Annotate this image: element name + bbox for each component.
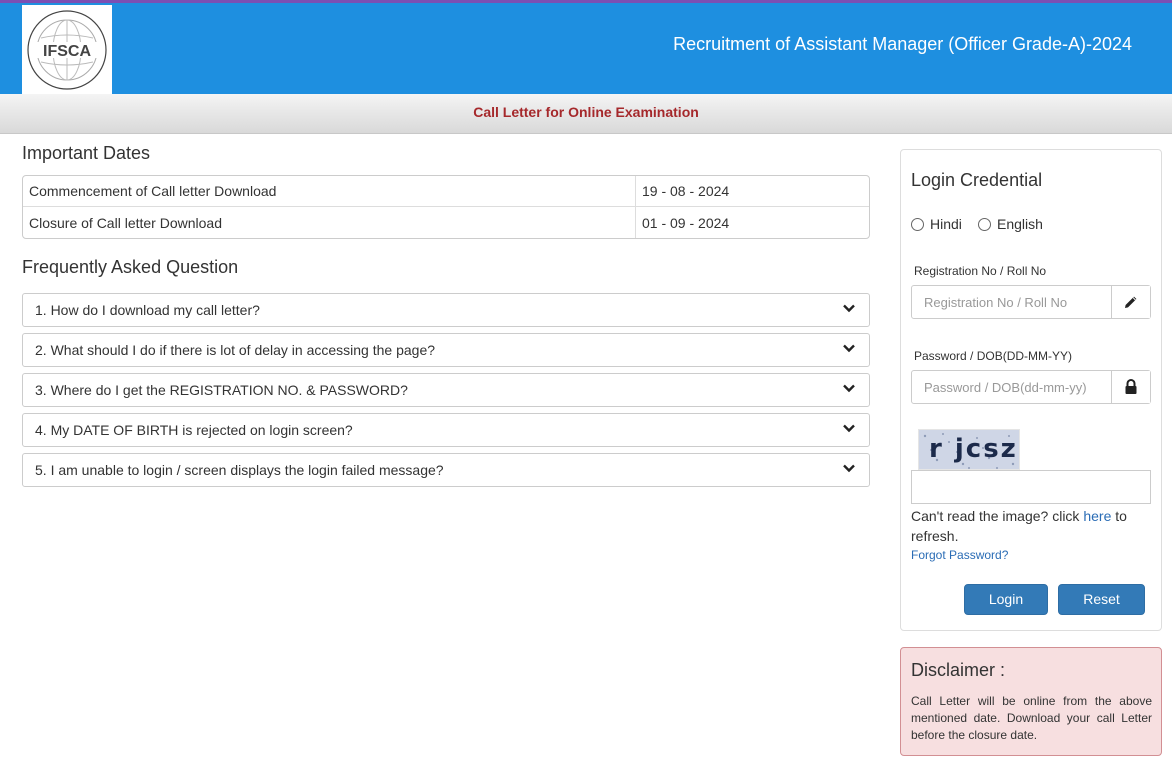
captcha-input[interactable] <box>911 470 1151 504</box>
lock-icon <box>1111 371 1150 403</box>
pencil-icon <box>1111 286 1150 318</box>
faq-item-5[interactable]: 5. I am unable to login / screen display… <box>22 453 870 487</box>
chevron-down-icon <box>843 464 855 473</box>
radio-label: Hindi <box>930 216 962 232</box>
recruitment-title: Recruitment of Assistant Manager (Office… <box>673 34 1132 54</box>
forgot-password-link[interactable]: Forgot Password? <box>911 548 1008 562</box>
radio-circle[interactable] <box>978 217 991 231</box>
faq-question: 2. What should I do if there is lot of d… <box>35 342 436 358</box>
faq-question: 1. How do I download my call letter? <box>35 302 260 318</box>
faq-item-1[interactable]: 1. How do I download my call letter? <box>22 293 870 327</box>
language-radio-english[interactable]: English <box>978 216 1043 232</box>
sub-header-bar: Call Letter for Online Examination <box>0 94 1172 134</box>
chevron-down-icon <box>843 304 855 313</box>
radio-circle[interactable] <box>911 217 924 231</box>
chevron-down-icon <box>843 424 855 433</box>
radio-label: English <box>997 216 1043 232</box>
faq-item-4[interactable]: 4. My DATE OF BIRTH is rejected on login… <box>22 413 870 447</box>
captcha-text: r jcsz <box>929 434 1018 464</box>
registration-label: Registration No / Roll No <box>914 264 1047 278</box>
chevron-down-icon <box>843 344 855 353</box>
disclaimer-text: Call Letter will be online from the abov… <box>911 694 1152 742</box>
important-dates-table: Commencement of Call letter Download 19 … <box>22 175 870 239</box>
ifsca-logo: IFSCA <box>22 5 112 95</box>
chevron-down-icon <box>843 384 855 393</box>
captcha-refresh-text: Can't read the image? click here to refr… <box>911 506 1156 546</box>
page-header: IFSCA Recruitment of Assistant Manager (… <box>0 0 1172 95</box>
reset-button[interactable]: Reset <box>1058 584 1145 615</box>
faq-question: 5. I am unable to login / screen display… <box>35 462 444 478</box>
faq-item-2[interactable]: 2. What should I do if there is lot of d… <box>22 333 870 367</box>
page-subtitle: Call Letter for Online Examination <box>473 104 699 120</box>
login-button[interactable]: Login <box>964 584 1048 615</box>
login-panel: Login Credential Hindi English Registrat… <box>900 149 1162 631</box>
refresh-text-before: Can't read the image? click <box>911 508 1084 524</box>
disclaimer-box: Disclaimer : Call Letter will be online … <box>900 647 1162 756</box>
disclaimer-title: Disclaimer : <box>911 660 1006 680</box>
password-label: Password / DOB(DD-MM-YY) <box>914 349 1073 363</box>
captcha-refresh-link[interactable]: here <box>1083 508 1111 524</box>
date-value: 19 - 08 - 2024 <box>635 176 869 207</box>
date-label: Closure of Call letter Download <box>29 214 222 231</box>
language-radio-hindi[interactable]: Hindi <box>911 216 962 232</box>
table-row: Commencement of Call letter Download 19 … <box>23 176 869 207</box>
date-value: 01 - 09 - 2024 <box>635 207 869 238</box>
date-label: Commencement of Call letter Download <box>23 176 635 207</box>
registration-input-group <box>911 285 1151 319</box>
login-title: Login Credential <box>911 170 1043 190</box>
registration-input[interactable] <box>912 286 1111 318</box>
password-input[interactable] <box>912 371 1111 403</box>
faq-question: 3. Where do I get the REGISTRATION NO. &… <box>35 382 408 398</box>
password-input-group <box>911 370 1151 404</box>
important-dates-heading: Important Dates <box>22 143 151 163</box>
logo-text: IFSCA <box>43 43 91 60</box>
captcha-image: r jcsz <box>918 429 1020 470</box>
globe-logo-icon: IFSCA <box>27 10 107 90</box>
faq-question: 4. My DATE OF BIRTH is rejected on login… <box>35 422 353 438</box>
faq-heading: Frequently Asked Question <box>22 257 239 277</box>
table-row: Closure of Call letter Download 01 - 09 … <box>23 207 869 238</box>
faq-item-3[interactable]: 3. Where do I get the REGISTRATION NO. &… <box>22 373 870 407</box>
